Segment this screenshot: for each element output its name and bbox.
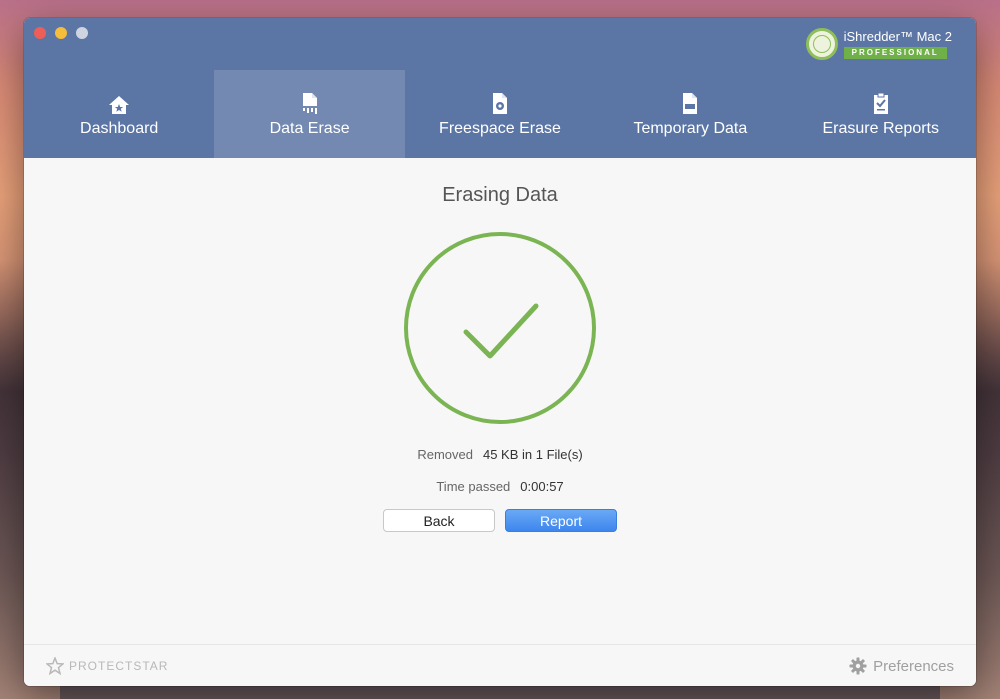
time-label: Time passed <box>436 479 511 494</box>
tmp-file-icon <box>680 92 700 116</box>
removed-stat: Removed 45 KB in 1 File(s) <box>24 447 976 462</box>
preferences-label: Preferences <box>873 657 954 675</box>
main-tab-bar: Dashboard Data Erase Freespace Erase Tem… <box>24 70 976 158</box>
footer-bar: PROTECTSTAR Preferences <box>24 644 976 686</box>
shredded-file-icon <box>300 92 320 116</box>
tab-data-erase[interactable]: Data Erase <box>214 70 405 158</box>
main-content: Erasing Data Removed 45 KB in 1 File(s) T… <box>24 158 976 644</box>
success-indicator <box>404 232 596 424</box>
checkmark-icon <box>463 303 539 359</box>
protectstar-logo: PROTECTSTAR <box>46 657 168 675</box>
preferences-button[interactable]: Preferences <box>849 657 954 675</box>
title-bar: iShredder™ Mac 2 PROFESSIONAL <box>24 18 976 70</box>
app-name: iShredder™ Mac 2 <box>843 29 952 44</box>
file-gear-icon <box>490 92 510 116</box>
tab-temporary-data[interactable]: Temporary Data <box>595 70 785 158</box>
tab-erasure-reports[interactable]: Erasure Reports <box>786 70 976 158</box>
minimize-window-button[interactable] <box>55 27 67 39</box>
tab-label-freespace-erase: Freespace Erase <box>439 120 561 137</box>
page-title: Erasing Data <box>442 184 558 206</box>
report-button[interactable]: Report <box>505 509 617 532</box>
tab-label-data-erase: Data Erase <box>269 120 350 137</box>
house-icon <box>108 92 130 116</box>
tab-dashboard[interactable]: Dashboard <box>24 70 214 158</box>
removed-value: 45 KB in 1 File(s) <box>482 447 583 462</box>
gear-icon <box>849 657 867 675</box>
back-button[interactable]: Back <box>383 509 495 532</box>
tab-label-dashboard: Dashboard <box>80 120 159 137</box>
tab-label-temporary-data: Temporary Data <box>633 120 748 137</box>
app-brand: iShredder™ Mac 2 PROFESSIONAL <box>805 26 952 62</box>
time-value: 0:00:57 <box>520 479 564 494</box>
zoom-window-button[interactable] <box>76 27 88 39</box>
star-icon <box>46 657 64 675</box>
app-window: iShredder™ Mac 2 PROFESSIONAL Dashboard <box>24 18 976 686</box>
tab-freespace-erase[interactable]: Freespace Erase <box>405 70 595 158</box>
tab-label-erasure-reports: Erasure Reports <box>822 120 940 137</box>
clipboard-check-icon <box>871 92 891 116</box>
seal-icon <box>805 28 838 60</box>
footer-logo-text: PROTECTSTAR <box>69 659 169 673</box>
close-window-button[interactable] <box>34 27 46 39</box>
time-stat: Time passed 0:00:57 <box>24 479 976 494</box>
edition-badge: PROFESSIONAL <box>843 47 947 59</box>
removed-label: Removed <box>417 447 473 462</box>
